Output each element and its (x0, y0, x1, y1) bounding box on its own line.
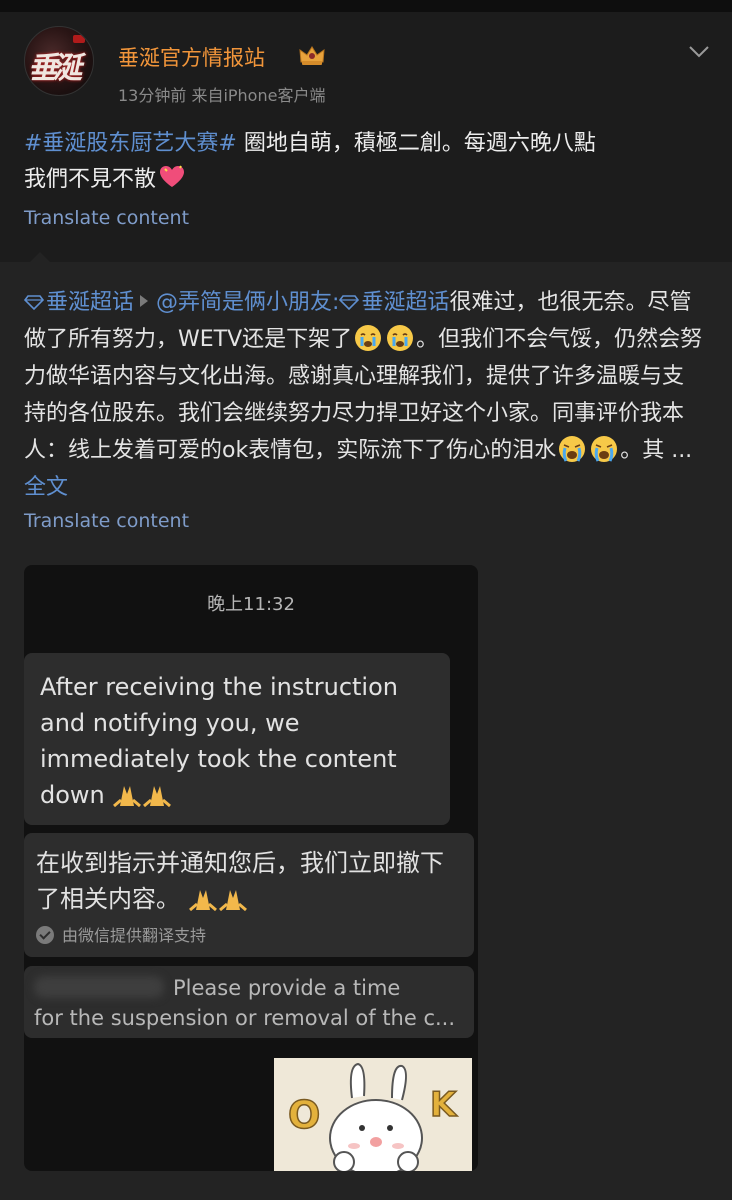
chevron-down-icon[interactable] (688, 44, 710, 60)
post-text-line1: 圈地自萌，積極二創。每週六晚八點 (236, 131, 596, 156)
post-text-line2: 我們不見不散 (24, 167, 157, 192)
repost-notch (30, 252, 50, 262)
full-text-link[interactable]: 全文 (24, 475, 68, 500)
folded-hands-icon (143, 786, 172, 808)
top-band (0, 0, 732, 12)
super-topic-icon (339, 295, 360, 310)
super-topic-icon (24, 295, 44, 310)
mention-link[interactable]: @弄简是俩小朋友: (156, 290, 339, 315)
check-circle-icon (36, 926, 54, 944)
loudly-crying-icon (591, 436, 618, 462)
username[interactable]: 垂涎官方情报站 (118, 42, 265, 72)
hashtag-link[interactable]: #垂涎股东厨艺大赛# (24, 131, 237, 156)
svg-text:O: O (288, 1093, 320, 1137)
folded-hands-icon (113, 786, 142, 808)
avatar-logo: 垂涎 (26, 51, 82, 86)
blurred-name (34, 976, 164, 998)
chat-screenshot-image[interactable]: 晚上11:32 After receiving the instruction … (24, 565, 478, 1171)
super-topic-link[interactable]: 垂涎超话 (46, 290, 134, 315)
chat-message-3-line2: for the suspension or removal of the c..… (34, 1006, 456, 1030)
repost-text: 垂涎超话 @弄简是俩小朋友: 垂涎超话很难过，也很无奈。尽管做了所有努力，WETV还… (24, 284, 704, 506)
post-text: #垂涎股东厨艺大赛# 圈地自萌，積極二創。每週六晚八點 我們不見不散 (24, 126, 714, 198)
bunny-sticker-image: O K (274, 1058, 472, 1171)
chat-message-3: Please provide a time for the suspension… (24, 966, 474, 1038)
chat-message-2: 在收到指示并通知您后，我们立即撤下了相关内容。 由微信提供翻译支持 (24, 833, 474, 957)
svg-text:K: K (430, 1085, 458, 1125)
translate-button[interactable]: Translate content (24, 207, 189, 229)
translate-button-repost[interactable]: Translate content (24, 510, 189, 532)
loudly-crying-icon (559, 436, 586, 462)
folded-hands-icon (218, 890, 247, 912)
translation-note: 由微信提供翻译支持 (36, 922, 206, 946)
translation-note-text: 由微信提供翻译支持 (62, 926, 207, 945)
chat-message-1-text: After receiving the instruction and noti… (40, 673, 398, 809)
post-meta: 13分钟前 来自iPhone客户端 (118, 86, 326, 105)
crying-face-icon (355, 325, 382, 351)
repost-text-seg3: 。其 ... (620, 438, 693, 463)
chat-timestamp: 晚上11:32 (207, 594, 295, 615)
chat-message-1: After receiving the instruction and noti… (24, 653, 450, 825)
chat-message-3-line1: Please provide a time (173, 976, 401, 1000)
crying-face-icon (387, 325, 414, 351)
heart-icon (160, 165, 185, 187)
crown-icon (299, 46, 325, 65)
folded-hands-icon (188, 890, 217, 912)
arrow-right-icon (140, 295, 149, 307)
super-topic-link-2[interactable]: 垂涎超话 (361, 290, 449, 315)
ok-bunny-sticker: O K (274, 1058, 472, 1171)
avatar-badge (73, 35, 85, 43)
avatar[interactable]: 垂涎 (24, 26, 94, 96)
